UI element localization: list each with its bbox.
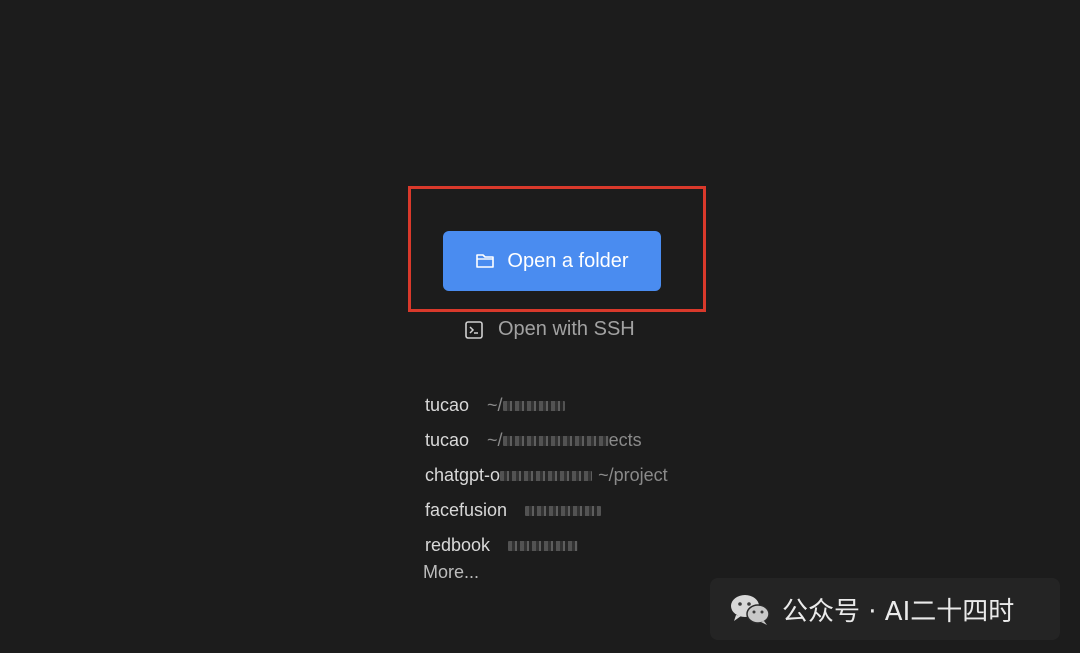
- recent-project-item[interactable]: chatgpt-o ~/project: [425, 458, 725, 493]
- recent-project-item[interactable]: tucao ~/ ects: [425, 423, 725, 458]
- recent-project-path: ~/project: [598, 465, 668, 485]
- recent-project-path: ~/: [487, 395, 503, 415]
- terminal-icon: [464, 320, 484, 340]
- recent-project-name: tucao: [425, 395, 470, 415]
- recent-project-path: ~/: [487, 430, 503, 450]
- redacted-path: [502, 400, 565, 411]
- redacted-path: [502, 435, 609, 446]
- recent-projects-list: tucao ~/ tucao ~/ ects chatgpt-o ~/proje…: [425, 388, 725, 563]
- redacted-path: [508, 540, 579, 551]
- recent-project-name: facefusion: [425, 500, 508, 520]
- recent-project-item[interactable]: redbook: [425, 528, 725, 563]
- folder-icon: [475, 252, 495, 270]
- open-ssh-label: Open with SSH: [498, 318, 635, 340]
- recent-project-name: tucao: [425, 430, 470, 450]
- watermark-text: 公众号 · AI二十四时: [782, 596, 1015, 627]
- open-folder-label: Open a folder: [507, 249, 629, 272]
- recent-project-path-suffix: ects: [608, 430, 642, 450]
- open-folder-button[interactable]: Open a folder: [443, 231, 661, 291]
- wechat-logo-icon: [728, 591, 772, 627]
- recent-project-item[interactable]: tucao ~/: [425, 388, 725, 423]
- redacted-path: [500, 470, 593, 481]
- more-recent-projects-link[interactable]: More...: [423, 562, 479, 583]
- watermark: 公众号 · AI二十四时: [710, 578, 1060, 640]
- recent-project-name: redbook: [425, 535, 491, 555]
- recent-project-item[interactable]: facefusion: [425, 493, 725, 528]
- open-ssh-button[interactable]: Open with SSH: [464, 318, 635, 341]
- recent-project-name: chatgpt-o: [425, 465, 501, 485]
- redacted-path: [525, 505, 602, 516]
- welcome-screen: Open a folder Open with SSH tucao ~/ tuc…: [0, 0, 1080, 653]
